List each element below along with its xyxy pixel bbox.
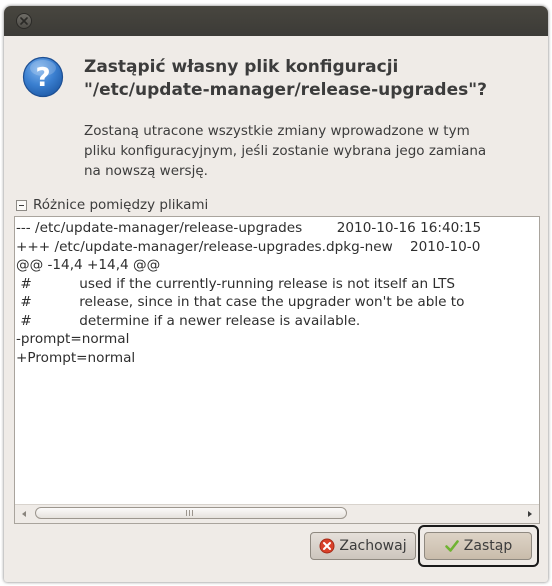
- diff-line: +++ /etc/update-manager/release-upgrades…: [16, 238, 481, 255]
- dialog-title-line-1: Zastąpić własny plik konfiguracji: [84, 57, 399, 77]
- diff-expander[interactable]: Różnice pomiędzy plikami: [16, 195, 208, 215]
- dialog-title: Zastąpić własny plik konfiguracji "/etc/…: [84, 56, 534, 102]
- dialog-window: ? Zastąpić własny plik konfiguracji "/et…: [4, 6, 548, 582]
- dialog-description-line-3: na nowszą wersję.: [84, 163, 208, 179]
- diff-text: --- /etc/update-manager/release-upgrades…: [16, 219, 539, 503]
- checkmark-icon: [444, 538, 460, 554]
- dialog-description: Zostaną utracone wszystkie zmiany wprowa…: [84, 121, 544, 181]
- diff-line: # release, since in that case the upgrad…: [16, 294, 465, 310]
- close-icon[interactable]: [16, 13, 32, 29]
- scroll-right-icon[interactable]: [526, 510, 534, 518]
- dialog-description-line-2: pliku konfiguracyjnym, jeśli zostanie wy…: [84, 143, 487, 159]
- diff-line: --- /etc/update-manager/release-upgrades…: [16, 220, 482, 236]
- horizontal-scrollbar[interactable]: [15, 504, 539, 523]
- diff-expander-label[interactable]: Różnice pomiędzy plikami: [33, 197, 208, 213]
- diff-line: +Prompt=normal: [16, 349, 136, 366]
- diff-line: # used if the currently-running release …: [16, 275, 456, 292]
- keep-button[interactable]: Zachowaj: [310, 532, 416, 560]
- diff-line: @@ -14,4 +14,4 @@: [16, 257, 161, 273]
- scrollbar-thumb[interactable]: [35, 507, 347, 519]
- replace-button-label: Zastąp: [463, 538, 513, 554]
- replace-button[interactable]: Zastąp: [424, 532, 532, 560]
- diff-line: -prompt=normal: [16, 331, 130, 347]
- cancel-icon: [319, 538, 335, 554]
- scroll-left-icon[interactable]: [20, 510, 28, 518]
- keep-button-label: Zachowaj: [339, 538, 407, 554]
- dialog-title-line-2: "/etc/update-manager/release-upgrades"?: [84, 80, 487, 100]
- question-icon: ?: [22, 56, 64, 98]
- diff-view[interactable]: --- /etc/update-manager/release-upgrades…: [14, 216, 540, 524]
- dialog-description-line-1: Zostaną utracone wszystkie zmiany wprowa…: [84, 123, 470, 139]
- grip-icon: [186, 510, 194, 516]
- svg-text:?: ?: [35, 63, 50, 93]
- titlebar: [4, 6, 548, 36]
- diff-line: # determine if a newer release is availa…: [16, 312, 361, 329]
- collapse-toggle-icon[interactable]: [16, 199, 27, 211]
